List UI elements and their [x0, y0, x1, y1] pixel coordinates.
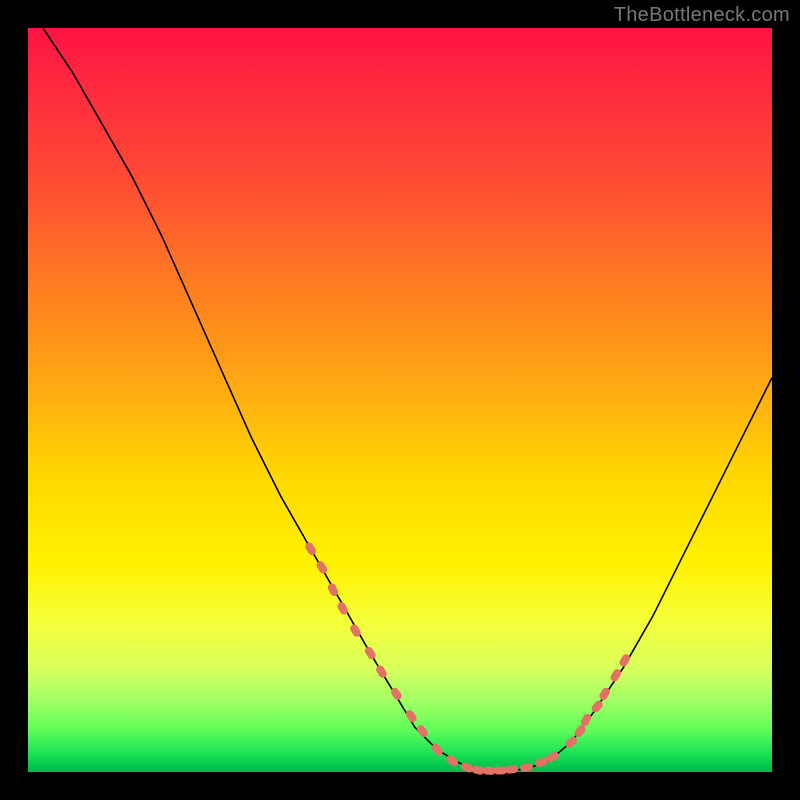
- highlight-dots-group: [304, 541, 632, 775]
- highlight-dot: [494, 766, 507, 774]
- curve-group: [43, 28, 772, 771]
- highlight-dot: [505, 765, 519, 774]
- highlight-dot: [375, 664, 389, 679]
- highlight-dot: [304, 541, 318, 556]
- highlight-dot: [315, 560, 329, 575]
- highlight-dot: [415, 724, 429, 739]
- plot-area: [28, 28, 772, 772]
- curve-svg: [28, 28, 772, 772]
- highlight-dot: [609, 668, 623, 683]
- bottleneck-curve-path: [43, 28, 772, 771]
- highlight-dot: [590, 699, 604, 714]
- highlight-dot: [618, 653, 632, 668]
- chart-frame: TheBottleneck.com: [0, 0, 800, 800]
- watermark-text: TheBottleneck.com: [614, 4, 790, 27]
- highlight-dot: [404, 709, 418, 724]
- highlight-dot: [520, 763, 534, 773]
- highlight-dot: [363, 645, 377, 660]
